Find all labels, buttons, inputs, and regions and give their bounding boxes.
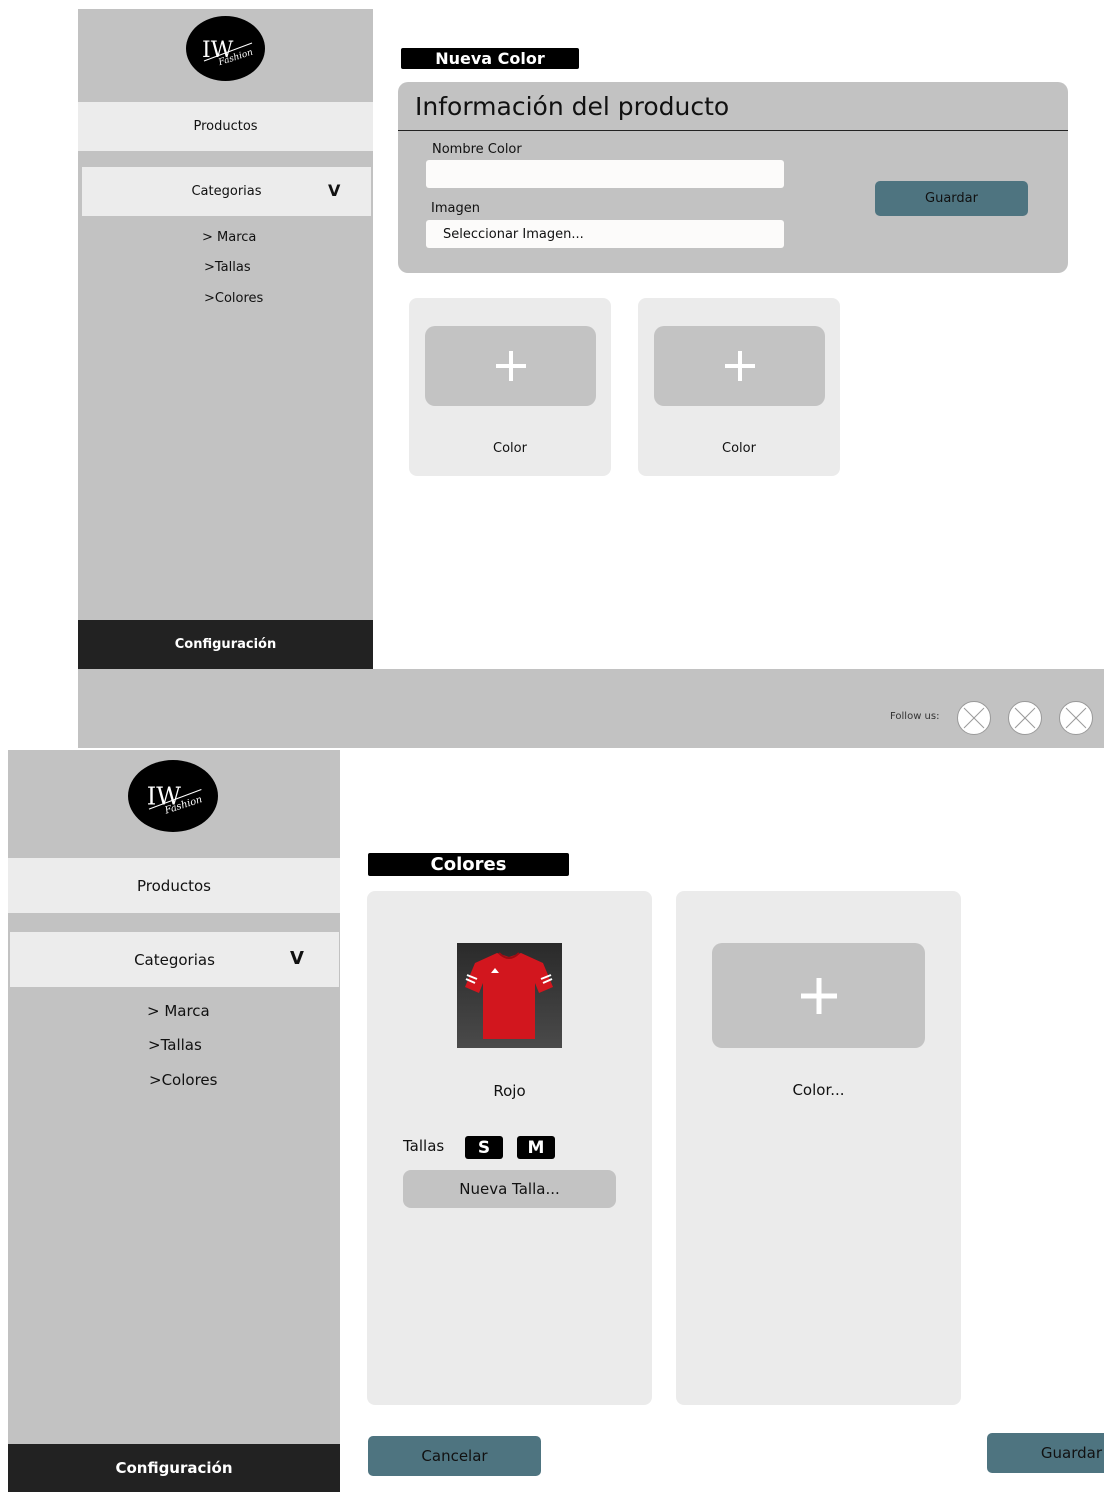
nav-configuracion-label: Configuración [174,637,277,652]
size-badge-m[interactable]: M [517,1136,555,1159]
plus-icon [724,351,755,381]
nav-colores[interactable]: >Colores [204,291,263,306]
nav-productos-label: Productos [137,876,211,895]
color-card-label: Color [493,441,527,456]
nav-configuracion[interactable]: Configuración [78,620,373,669]
logo-mark-icon: IW Fashion [202,38,255,68]
nav-categorias[interactable]: Categorias V [82,167,371,216]
color-card-label: Color [722,441,756,456]
add-color-button[interactable] [425,326,596,406]
chevron-down-icon[interactable]: V [290,948,304,969]
logo-mark-icon: IW Fashion [147,783,204,817]
nav-categorias-label: Categorias [191,184,262,199]
nav-colores[interactable]: >Colores [149,1071,217,1089]
section-tag-label: Nueva Color [435,49,545,68]
cancelar-button-label: Cancelar [421,1447,488,1465]
nueva-talla-button[interactable]: Nueva Talla... [403,1170,616,1208]
guardar-button-label: Guardar [925,191,978,206]
guardar-button[interactable]: Guardar [875,181,1028,216]
panel-title-divider [398,130,1068,131]
panel-title: Información del producto [415,92,730,121]
plus-icon [800,977,837,1014]
chevron-down-icon[interactable]: V [328,181,340,200]
size-badge-m-label: M [527,1137,545,1158]
guardar-button-label: Guardar [1040,1444,1102,1462]
section-tag: Nueva Color [401,48,579,69]
nav-marca[interactable]: > Marca [202,230,256,245]
add-color-button[interactable] [712,943,925,1048]
section-tag: Colores [368,853,569,876]
nav-configuracion[interactable]: Configuración [8,1444,340,1492]
placeholder-x-icon [1065,707,1087,729]
tallas-label: Tallas [403,1137,445,1155]
nav-categorias-label: Categorias [134,950,215,969]
guardar-button[interactable]: Guardar [987,1433,1104,1473]
nav-configuracion-label: Configuración [115,1459,233,1477]
footer [78,669,1104,748]
nav-productos[interactable]: Productos [8,858,340,913]
follow-us-label: Follow us: [890,711,940,722]
nombre-color-label: Nombre Color [432,142,522,157]
brand-logo[interactable]: IW Fashion [186,16,265,81]
plus-icon [495,351,526,381]
jersey-image-graphic [465,952,553,1039]
nav-productos-label: Productos [193,119,258,134]
color-name-label: Rojo [493,1082,526,1100]
imagen-select-input[interactable]: Seleccionar Imagen... [426,220,784,248]
imagen-select-text: Seleccionar Imagen... [443,226,584,242]
nav-productos[interactable]: Productos [78,102,373,151]
social-icon-2[interactable] [1008,701,1042,735]
nueva-talla-button-label: Nueva Talla... [459,1180,560,1198]
nav-categorias[interactable]: Categorias V [10,932,339,987]
imagen-label: Imagen [431,201,480,216]
add-color-label: Color... [792,1081,845,1099]
jersey-image [457,943,562,1048]
brand-logo[interactable]: IW Fashion [128,760,218,832]
size-badge-s-label: S [477,1137,491,1158]
cancelar-button[interactable]: Cancelar [368,1436,541,1476]
social-icon-3[interactable] [1059,701,1093,735]
size-badge-s[interactable]: S [465,1136,503,1159]
social-icon-1[interactable] [957,701,991,735]
placeholder-x-icon [1014,707,1036,729]
placeholder-x-icon [963,707,985,729]
nav-tallas[interactable]: >Tallas [204,260,251,275]
nombre-color-input[interactable] [426,160,784,188]
nav-tallas[interactable]: >Tallas [148,1036,202,1054]
section-tag-label: Colores [430,854,507,875]
add-color-button[interactable] [654,326,825,406]
nav-marca[interactable]: > Marca [147,1002,210,1020]
